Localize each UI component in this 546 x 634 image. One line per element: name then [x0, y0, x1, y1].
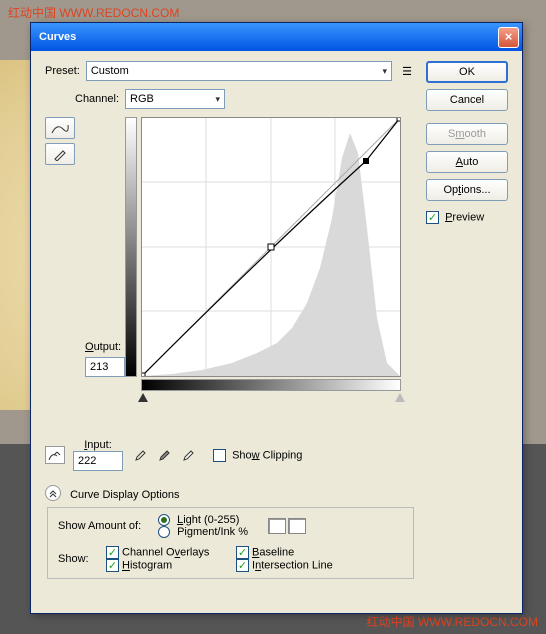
preview-label: Preview	[445, 211, 484, 223]
show-amount-label: Show Amount of:	[58, 520, 158, 532]
histogram-checkbox[interactable]: ✓	[106, 559, 119, 572]
show-clipping-checkbox[interactable]	[213, 449, 226, 462]
baseline-checkbox[interactable]: ✓	[236, 546, 249, 559]
curves-dialog: Curves × Preset: Custom ▾ ☰ Channel: RGB…	[30, 22, 523, 614]
pigment-label: Pigment/Ink %	[177, 526, 248, 538]
light-radio[interactable]	[158, 514, 170, 526]
auto-button[interactable]: Auto	[426, 151, 508, 173]
channel-overlays-label: Channel Overlays	[122, 547, 209, 559]
on-image-adjust-icon[interactable]	[45, 446, 65, 464]
histogram-label: Histogram	[122, 560, 172, 572]
watermark-top: 红动中国 WWW.REDOCN.COM	[8, 4, 179, 21]
pencil-icon	[53, 147, 67, 161]
curves-graph[interactable]	[141, 117, 401, 377]
watermark-bottom: 红动中国 WWW.REDOCN.COM	[367, 613, 538, 630]
pigment-radio[interactable]	[158, 526, 170, 538]
grid-coarse-icon[interactable]	[268, 518, 286, 534]
light-label: Light (0-255)	[177, 514, 239, 526]
chevron-down-icon: ▾	[382, 66, 387, 77]
options-button[interactable]: Options...	[426, 179, 508, 201]
white-point-slider[interactable]	[395, 393, 405, 402]
baseline-label: Baseline	[252, 547, 294, 559]
pencil-tool-button[interactable]	[45, 143, 75, 165]
eyedropper-black-icon[interactable]	[131, 447, 147, 463]
close-button[interactable]: ×	[498, 27, 519, 48]
titlebar[interactable]: Curves ×	[31, 23, 522, 51]
chevron-down-icon: ▾	[216, 94, 221, 105]
show-clipping-label: Show Clipping	[232, 449, 302, 461]
curve-display-fieldset: Show Amount of: Light (0-255) Pigment/In…	[47, 507, 414, 579]
channel-label: Channel:	[75, 93, 119, 105]
smooth-button[interactable]: Smooth	[426, 123, 508, 145]
intersection-label: Intersection Line	[252, 560, 333, 572]
grid-fine-icon[interactable]	[288, 518, 306, 534]
eyedropper-gray-icon[interactable]	[155, 447, 171, 463]
ok-button[interactable]: OK	[426, 61, 508, 83]
output-label: Output:	[85, 341, 130, 353]
preset-value: Custom	[91, 65, 129, 77]
black-point-slider[interactable]	[138, 393, 148, 402]
dialog-title: Curves	[39, 31, 76, 43]
preset-label: Preset:	[45, 65, 80, 77]
curves-svg	[142, 118, 400, 376]
preview-checkbox[interactable]: ✓	[426, 211, 439, 224]
curve-display-toggle[interactable]	[45, 485, 61, 501]
show-label: Show:	[58, 553, 106, 565]
input-gradient	[141, 379, 401, 391]
curve-display-label: Curve Display Options	[70, 489, 179, 501]
channel-value: RGB	[130, 93, 154, 105]
input-input[interactable]: 222	[73, 451, 123, 471]
preset-select[interactable]: Custom ▾	[86, 61, 392, 81]
curve-tool-button[interactable]	[45, 117, 75, 139]
channel-select[interactable]: RGB ▾	[125, 89, 225, 109]
output-gradient	[125, 117, 137, 377]
intersection-checkbox[interactable]: ✓	[236, 559, 249, 572]
curve-icon	[51, 121, 69, 135]
input-label: Input:	[73, 439, 123, 451]
grid-size-icons[interactable]	[268, 518, 308, 534]
output-input[interactable]: 213	[85, 357, 125, 377]
eyedropper-white-icon[interactable]	[179, 447, 195, 463]
cancel-button[interactable]: Cancel	[426, 89, 508, 111]
channel-overlays-checkbox[interactable]: ✓	[106, 546, 119, 559]
preset-menu-icon[interactable]: ☰	[398, 62, 416, 80]
